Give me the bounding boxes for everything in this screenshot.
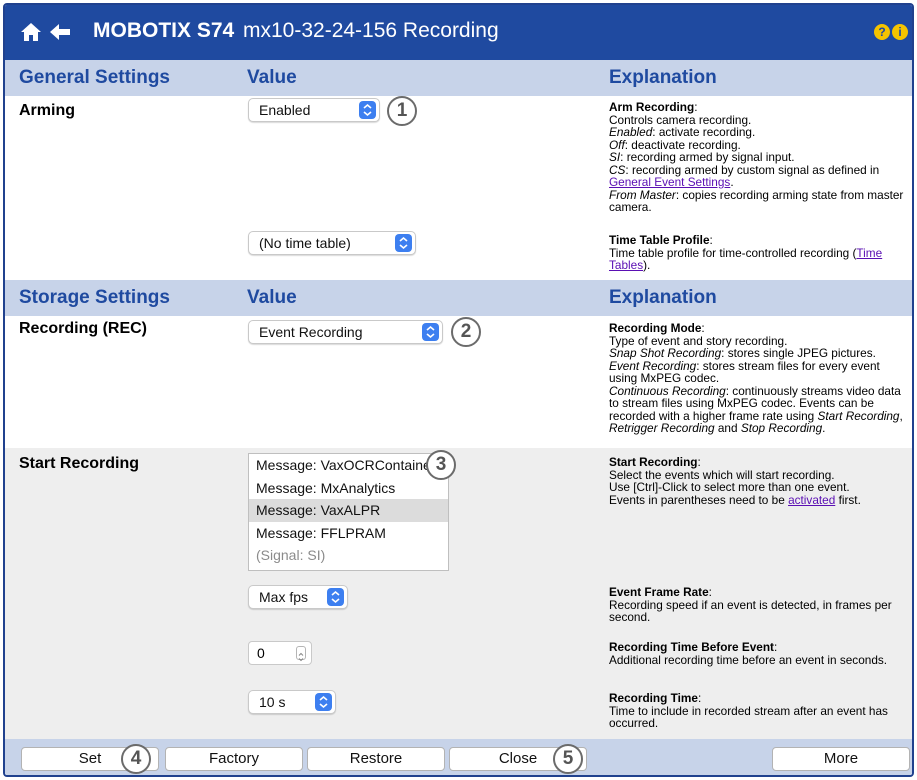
chevron-updown-icon bbox=[422, 323, 439, 341]
column-header-settings: Storage Settings bbox=[19, 287, 170, 308]
button-bar: Set 4 Factory Restore Close 5 More bbox=[5, 739, 912, 775]
frame-rate-select-value: Max fps bbox=[259, 589, 309, 605]
callout-1: 1 bbox=[387, 96, 417, 126]
help-icon[interactable]: ? bbox=[874, 24, 890, 40]
callout-3: 3 bbox=[426, 450, 456, 480]
column-header-value: Value bbox=[247, 287, 297, 308]
list-item[interactable]: Message: VaxOCRContainer bbox=[249, 454, 448, 477]
brand-title: MOBOTIX S74 bbox=[93, 19, 235, 42]
activated-link[interactable]: activated bbox=[788, 493, 835, 507]
list-item[interactable]: Message: VaxALPR bbox=[249, 499, 448, 522]
frame-rate-select[interactable]: Max fps bbox=[248, 585, 348, 609]
title-bar: MOBOTIX S74 mx10-32-24-156 Recording ? i bbox=[5, 5, 912, 60]
arming-select[interactable]: Enabled bbox=[248, 98, 380, 122]
chevron-updown-icon bbox=[395, 234, 412, 252]
recording-mode-select[interactable]: Event Recording bbox=[248, 320, 443, 344]
recording-time-explanation: Recording Time: Time to include in recor… bbox=[609, 691, 888, 730]
home-icon[interactable] bbox=[19, 20, 43, 49]
factory-button[interactable]: Factory bbox=[165, 747, 303, 771]
callout-5: 5 bbox=[553, 744, 583, 774]
column-header-value: Value bbox=[247, 67, 297, 88]
time-table-select[interactable]: (No time table) bbox=[248, 231, 416, 255]
list-item[interactable]: (Signal: SI) bbox=[249, 544, 448, 567]
list-item[interactable]: Message: FFLPRAM bbox=[249, 522, 448, 545]
arming-select-value: Enabled bbox=[259, 102, 311, 118]
arming-label: Arming bbox=[19, 102, 75, 119]
back-arrow-icon[interactable] bbox=[49, 23, 71, 46]
time-table-explanation: Time Table Profile: Time table profile f… bbox=[609, 233, 883, 272]
time-table-select-value: (No time table) bbox=[259, 235, 351, 251]
info-icon[interactable]: i bbox=[892, 24, 908, 40]
column-header-explanation: Explanation bbox=[609, 67, 717, 88]
chevron-updown-icon bbox=[315, 693, 332, 711]
start-recording-label: Start Recording bbox=[19, 455, 140, 472]
callout-2: 2 bbox=[451, 317, 481, 347]
recording-mode-label: Recording (REC) bbox=[19, 320, 147, 337]
chevron-updown-icon bbox=[327, 588, 344, 606]
settings-window: MOBOTIX S74 mx10-32-24-156 Recording ? i… bbox=[3, 3, 914, 777]
callout-4: 4 bbox=[121, 744, 151, 774]
pre-event-time-input[interactable]: 0 bbox=[248, 641, 312, 665]
recording-mode-select-value: Event Recording bbox=[259, 324, 363, 340]
storage-settings-header: Storage Settings Value Explanation bbox=[5, 280, 912, 316]
stepper-icon[interactable] bbox=[296, 646, 306, 662]
arming-explanation: Arm Recording: Controls camera recording… bbox=[609, 100, 904, 214]
pre-event-time-value: 0 bbox=[257, 645, 265, 661]
start-recording-explanation: Start Recording: Select the events which… bbox=[609, 455, 861, 507]
frame-rate-explanation: Event Frame Rate: Recording speed if an … bbox=[609, 585, 892, 624]
chevron-updown-icon bbox=[359, 101, 376, 119]
recording-time-select[interactable]: 10 s bbox=[248, 690, 336, 714]
recording-mode-explanation: Recording Mode: Type of event and story … bbox=[609, 321, 903, 435]
start-recording-event-list[interactable]: Message: VaxOCRContainer Message: MxAnal… bbox=[248, 453, 449, 571]
restore-button[interactable]: Restore bbox=[307, 747, 445, 771]
page-title: mx10-32-24-156 Recording bbox=[243, 19, 499, 42]
more-button[interactable]: More bbox=[772, 747, 910, 771]
recording-time-select-value: 10 s bbox=[259, 694, 286, 710]
list-item[interactable]: Message: MxAnalytics bbox=[249, 477, 448, 500]
general-settings-header: General Settings Value Explanation bbox=[5, 60, 912, 96]
column-header-explanation: Explanation bbox=[609, 287, 717, 308]
pre-event-time-explanation: Recording Time Before Event: Additional … bbox=[609, 640, 888, 667]
column-header-settings: General Settings bbox=[19, 67, 170, 88]
